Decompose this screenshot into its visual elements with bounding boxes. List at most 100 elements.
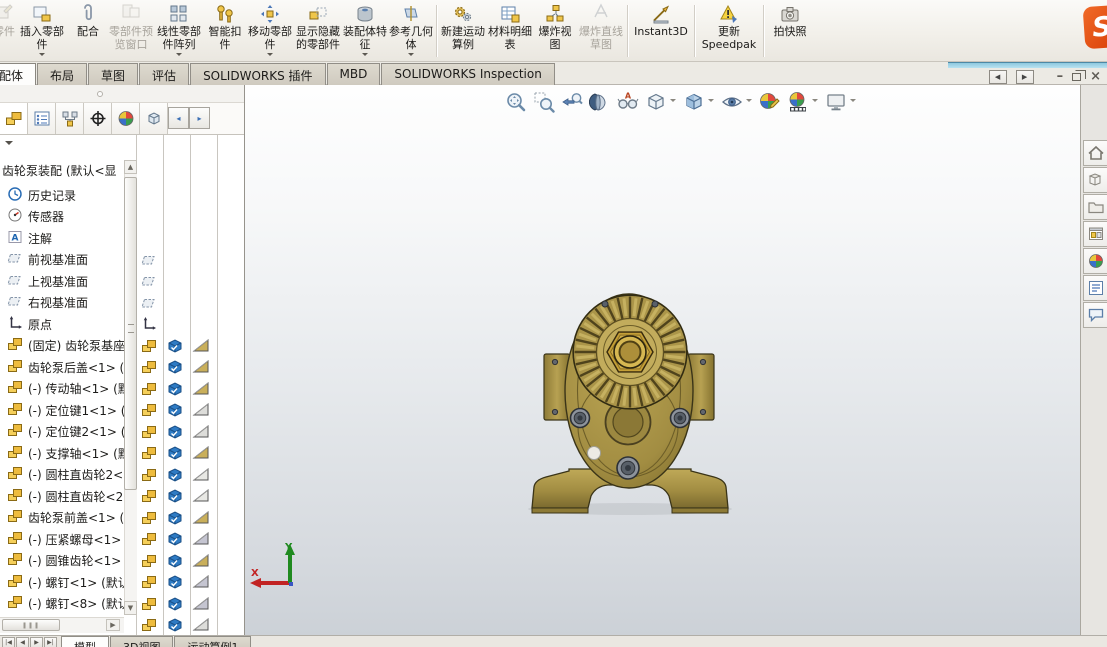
- part-icon[interactable]: [141, 510, 159, 527]
- tree-item[interactable]: (-) 圆锥齿轮<1> (: [0, 551, 124, 571]
- panel-tab-configurationmanager[interactable]: [56, 103, 84, 134]
- part-icon[interactable]: [141, 424, 159, 441]
- close-button[interactable]: ×: [1090, 70, 1101, 83]
- ribbon-button-mate[interactable]: 配合: [68, 0, 108, 61]
- appearance-swatch-icon[interactable]: [192, 596, 210, 613]
- display-mode-cube-icon[interactable]: [166, 402, 184, 419]
- part-icon[interactable]: [141, 402, 159, 419]
- doc-previous-button[interactable]: ◀: [988, 70, 1007, 84]
- part-icon[interactable]: [141, 467, 159, 484]
- ribbon-button-bom[interactable]: 材料明细表: [487, 0, 533, 61]
- appearance-swatch-icon[interactable]: [192, 424, 210, 441]
- tree-item[interactable]: (-) 圆柱直齿轮2<1: [0, 465, 124, 485]
- tree-item[interactable]: 原点: [0, 314, 124, 334]
- appearance-swatch-icon[interactable]: [192, 445, 210, 462]
- origin-icon[interactable]: [141, 316, 159, 333]
- scroll-right-button[interactable]: ▶: [106, 619, 120, 631]
- appearance-swatch-icon[interactable]: [192, 467, 210, 484]
- tree-item[interactable]: 右视基准面: [0, 293, 124, 313]
- appearance-swatch-icon[interactable]: [192, 359, 210, 376]
- display-mode-cube-icon[interactable]: [166, 467, 184, 484]
- tree-item[interactable]: (-) 定位键1<1> (默: [0, 400, 124, 420]
- display-mode-cube-icon[interactable]: [166, 531, 184, 548]
- tree-item[interactable]: (-) 支撑轴<1> (默: [0, 443, 124, 463]
- tree-item[interactable]: (-) 压紧螺母<1> (: [0, 529, 124, 549]
- part-icon[interactable]: [141, 359, 159, 376]
- panel-tab-dimxpertmanager[interactable]: [84, 103, 112, 134]
- part-icon[interactable]: [141, 617, 159, 634]
- tree-hscrollbar-thumb[interactable]: ❚❚❚: [2, 619, 60, 631]
- restore-button[interactable]: [1072, 69, 1086, 81]
- command-tab-0[interactable]: 配体: [0, 63, 37, 85]
- tree-flyout-caret-icon[interactable]: [5, 141, 13, 149]
- ribbon-button-move-component[interactable]: 移动零部件: [246, 0, 294, 61]
- command-tab-2[interactable]: 草图: [88, 63, 139, 85]
- ribbon-button-assembly-features[interactable]: 装配体特征: [342, 0, 388, 61]
- display-mode-cube-icon[interactable]: [166, 424, 184, 441]
- tree-item[interactable]: (-) 传动轴<1> (默: [0, 379, 124, 399]
- taskpane-tab-file-explorer[interactable]: [1083, 194, 1107, 220]
- appearance-swatch-icon[interactable]: [192, 488, 210, 505]
- taskpane-tab-home[interactable]: [1083, 140, 1107, 166]
- document-tab-0[interactable]: 模型: [61, 636, 109, 647]
- appearance-swatch-icon[interactable]: [192, 510, 210, 527]
- plane-icon[interactable]: [141, 252, 159, 269]
- part-icon[interactable]: [141, 488, 159, 505]
- appearance-swatch-icon[interactable]: [192, 381, 210, 398]
- display-mode-cube-icon[interactable]: [166, 574, 184, 591]
- tree-item[interactable]: (-) 螺钉<1> (默认: [0, 572, 124, 592]
- bevel-gear[interactable]: [572, 294, 688, 410]
- display-mode-cube-icon[interactable]: [166, 445, 184, 462]
- taskpane-tab-design-library[interactable]: [1083, 167, 1107, 193]
- appearance-swatch-icon[interactable]: [192, 338, 210, 355]
- last-tab-button[interactable]: ▶|: [44, 637, 57, 647]
- part-icon[interactable]: [141, 596, 159, 613]
- command-tab-3[interactable]: 评估: [139, 63, 190, 85]
- ribbon-button-show-hidden[interactable]: 显示隐藏的零部件: [294, 0, 342, 61]
- display-mode-cube-icon[interactable]: [166, 617, 184, 634]
- ribbon-button-smart-fasteners[interactable]: 智能扣件: [204, 0, 246, 61]
- ribbon-button-linear-pattern[interactable]: 线性零部件阵列: [154, 0, 204, 61]
- panel-tab-displaymanager[interactable]: [112, 103, 140, 134]
- part-icon[interactable]: [141, 531, 159, 548]
- tree-item[interactable]: (固定) 齿轮泵基座: [0, 336, 124, 356]
- ribbon-button-snapshot[interactable]: 拍快照: [766, 0, 814, 61]
- tree-scrollbar-thumb[interactable]: [124, 177, 137, 490]
- next-tab-button[interactable]: ▶: [30, 637, 43, 647]
- taskpane-tab-view-palette[interactable]: [1083, 221, 1107, 247]
- appearance-swatch-icon[interactable]: [192, 574, 210, 591]
- display-mode-cube-icon[interactable]: [166, 553, 184, 570]
- ribbon-button-instant3d[interactable]: Instant3D: [630, 0, 692, 61]
- tree-item[interactable]: 前视基准面: [0, 250, 124, 270]
- ribbon-button-speedpak[interactable]: 更新 Speedpak: [697, 0, 761, 61]
- display-mode-cube-icon[interactable]: [166, 381, 184, 398]
- part-icon[interactable]: [141, 381, 159, 398]
- command-tab-1[interactable]: 布局: [37, 63, 88, 85]
- scroll-down-button[interactable]: ▼: [124, 601, 137, 615]
- appearance-swatch-icon[interactable]: [192, 402, 210, 419]
- panel-tab-addins[interactable]: [140, 103, 168, 134]
- command-tab-4[interactable]: SOLIDWORKS 插件: [190, 63, 326, 85]
- tree-item[interactable]: 历史记录: [0, 185, 124, 205]
- prev-tab-button[interactable]: ◀: [16, 637, 29, 647]
- tree-item[interactable]: (-) 螺钉<8> (默认: [0, 594, 124, 614]
- tree-item[interactable]: 齿轮泵装配 (默认<显: [0, 160, 124, 180]
- tree-item[interactable]: (-) 定位键2<1> (默: [0, 422, 124, 442]
- plane-icon[interactable]: [141, 273, 159, 290]
- tree-item[interactable]: 齿轮泵前盖<1> (默: [0, 508, 124, 528]
- ribbon-button-exploded-view[interactable]: 爆炸视图: [533, 0, 577, 61]
- pump-plug[interactable]: [587, 446, 601, 460]
- ribbon-button-insert-component[interactable]: 插入零部件: [16, 0, 68, 61]
- ribbon-button-reference-geometry[interactable]: 参考几何体: [388, 0, 434, 61]
- taskpane-tab-custom-properties[interactable]: [1083, 275, 1107, 301]
- display-mode-cube-icon[interactable]: [166, 596, 184, 613]
- display-mode-cube-icon[interactable]: [166, 488, 184, 505]
- tree-item[interactable]: 上视基准面: [0, 271, 124, 291]
- doc-next-button[interactable]: ▶: [1015, 70, 1034, 84]
- panel-tabs-scroll-right[interactable]: ▸: [189, 107, 210, 129]
- tree-item[interactable]: 传感器: [0, 207, 124, 227]
- part-icon[interactable]: [141, 574, 159, 591]
- appearance-swatch-icon[interactable]: [192, 617, 210, 634]
- panel-tab-featuremanager-tree[interactable]: [0, 103, 28, 134]
- panel-tabs-scroll-left[interactable]: ◂: [168, 107, 189, 129]
